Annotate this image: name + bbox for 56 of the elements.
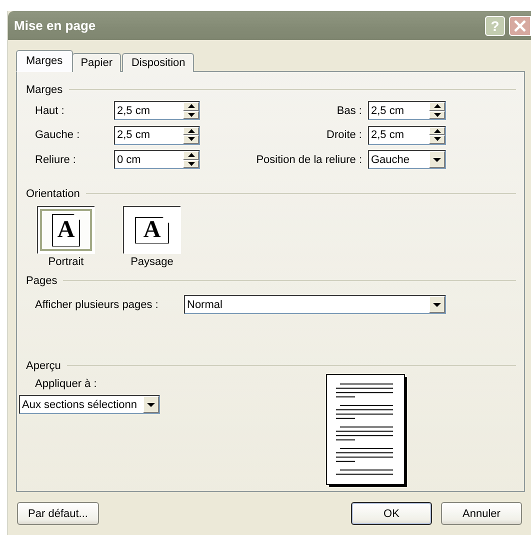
spin-field[interactable]: 0 cm	[114, 150, 200, 169]
spinner-button[interactable]	[183, 102, 199, 119]
group-title: Marges	[26, 84, 63, 96]
down-arrow-icon	[433, 302, 441, 306]
window-title: Mise en page	[14, 18, 97, 33]
spinner-button[interactable]	[429, 102, 445, 119]
up-arrow-icon	[188, 153, 194, 158]
tab[interactable]: Disposition	[122, 53, 194, 72]
field-label: Droite :	[326, 129, 362, 141]
down-arrow-icon	[188, 137, 194, 142]
dropdown-field[interactable]: Normal	[184, 295, 446, 314]
dialog-button[interactable]: OK	[351, 502, 432, 525]
field-label: Afficher plusieurs pages :	[35, 298, 160, 310]
tab[interactable]: Papier	[72, 53, 122, 72]
spin-field[interactable]: 2,5 cm	[114, 126, 200, 144]
down-arrow-icon	[188, 112, 194, 117]
dropdown-button[interactable]	[429, 296, 445, 313]
spinner-button[interactable]	[429, 126, 445, 144]
down-arrow-icon	[147, 402, 155, 406]
group-title: Orientation	[26, 188, 80, 200]
page-icon: A	[52, 214, 80, 246]
orientation-label: Paysage	[130, 256, 174, 268]
field-label: Gauche :	[35, 129, 81, 141]
field-label: Reliure :	[35, 154, 77, 166]
dropdown-button[interactable]	[143, 396, 159, 413]
orientation-button[interactable]: A	[123, 206, 181, 254]
orientation-button[interactable]: A	[37, 206, 95, 254]
page-icon: A	[135, 216, 169, 244]
down-arrow-icon	[434, 137, 440, 142]
field-label: Bas :	[336, 104, 362, 116]
field-label: Appliquer à :	[35, 378, 98, 390]
dropdown-button[interactable]	[429, 151, 445, 168]
tab[interactable]: Marges	[16, 50, 73, 72]
group-title: Pages	[26, 274, 58, 286]
close-icon	[514, 20, 526, 32]
group-title: Aperçu	[26, 360, 61, 372]
dialog-button[interactable]: Annuler	[441, 502, 522, 525]
orientation-label: Portrait	[48, 256, 84, 268]
spin-field[interactable]: 2,5 cm	[368, 126, 446, 144]
down-arrow-icon	[188, 162, 194, 166]
up-arrow-icon	[188, 128, 194, 133]
spinner-button[interactable]	[183, 126, 199, 144]
up-arrow-icon	[434, 104, 440, 108]
down-arrow-icon	[433, 158, 441, 162]
field-label: Haut :	[35, 104, 66, 116]
dialog-button[interactable]: Par défaut...	[17, 502, 99, 525]
dropdown-field[interactable]: Aux sections sélectionn	[19, 395, 160, 414]
spin-field[interactable]: 2,5 cm	[114, 101, 200, 120]
spinner-button[interactable]	[183, 151, 199, 168]
field-label: Position de la reliure :	[256, 154, 362, 166]
up-arrow-icon	[434, 128, 440, 133]
dropdown-field[interactable]: Gauche	[368, 150, 446, 169]
down-arrow-icon	[434, 112, 440, 117]
close-button[interactable]	[509, 16, 531, 36]
spin-field[interactable]: 2,5 cm	[368, 101, 446, 120]
up-arrow-icon	[188, 104, 194, 108]
